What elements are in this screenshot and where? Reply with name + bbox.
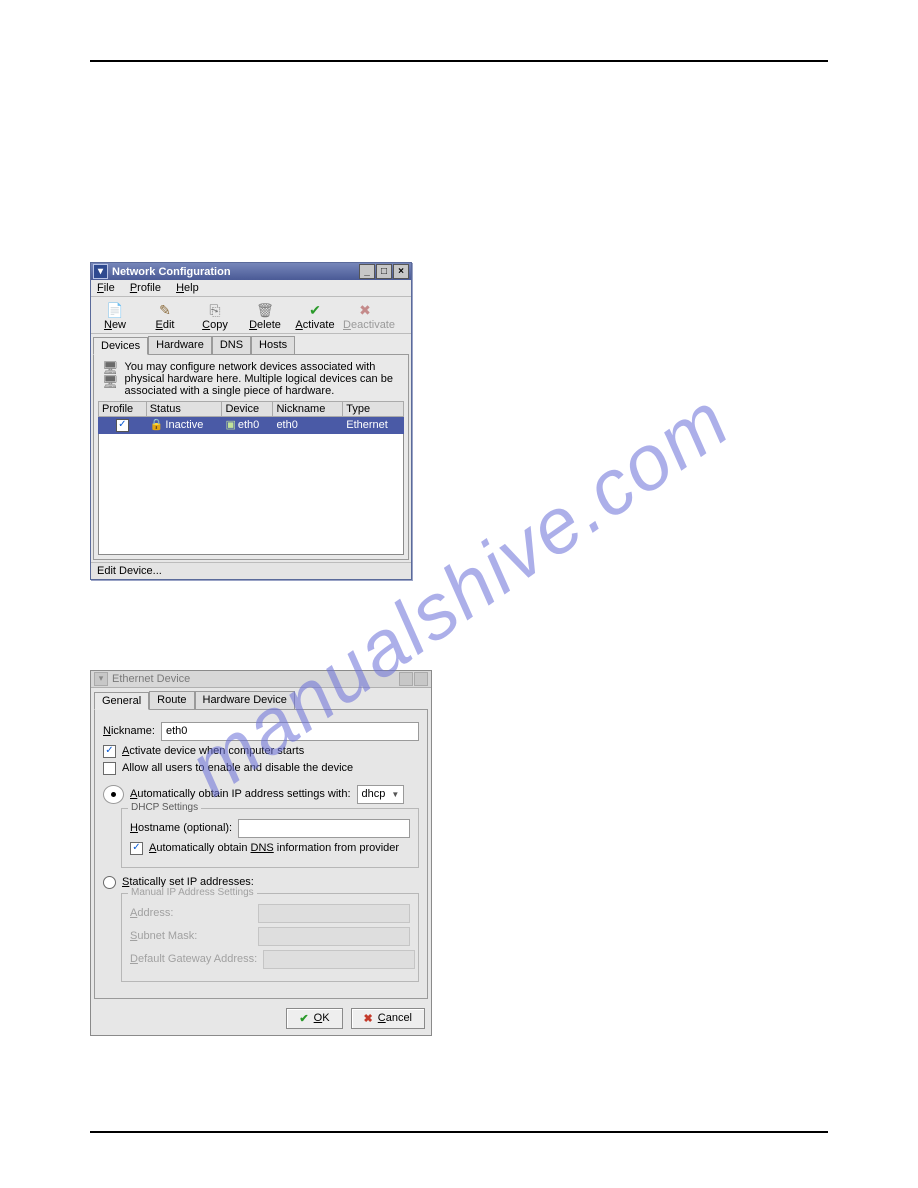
table-row[interactable]: ✓ 🔒Inactive ▣eth0 eth0 Ethernet	[99, 417, 404, 434]
window-titlebar[interactable]: ▾ Network Configuration _ □ ×	[91, 263, 411, 280]
tabs: Devices Hardware DNS Hosts	[91, 334, 411, 354]
tab-hosts[interactable]: Hosts	[251, 336, 295, 354]
network-config-window: ▾ Network Configuration _ □ × File Profi…	[90, 262, 412, 580]
toolbar-copy[interactable]: ⎘ Copy	[193, 301, 237, 331]
toolbar-edit[interactable]: ✎ Edit	[143, 301, 187, 331]
protocol-value: dhcp	[362, 788, 386, 800]
col-profile[interactable]: Profile	[99, 402, 147, 417]
device-table: Profile Status Device Nickname Type ✓ 🔒I…	[98, 401, 404, 434]
edit-icon: ✎	[143, 301, 187, 319]
allow-users-checkbox[interactable]	[103, 762, 116, 775]
tab-hardware[interactable]: Hardware	[148, 336, 212, 354]
ethernet-device-window: ▾ Ethernet Device General Route Hardware…	[90, 670, 432, 1036]
cell-status: Inactive	[165, 419, 203, 431]
cell-nickname: eth0	[273, 417, 343, 434]
window-button[interactable]	[414, 672, 428, 686]
subnet-input	[258, 927, 410, 946]
copy-icon: ⎘	[193, 301, 237, 319]
system-menu-icon[interactable]: ▾	[94, 672, 108, 686]
toolbar-activate[interactable]: ✔ Activate	[293, 301, 337, 331]
col-nickname[interactable]: Nickname	[273, 402, 343, 417]
cancel-icon: ✖	[364, 1012, 373, 1025]
cell-type: Ethernet	[343, 417, 404, 434]
protocol-select[interactable]: dhcp ▼	[357, 785, 405, 804]
tab-route[interactable]: Route	[149, 691, 194, 709]
dhcp-groupbox: DHCP Settings Hostname (optional): ✓ Aut…	[121, 808, 419, 868]
toolbar-delete[interactable]: 🗑 Delete	[243, 301, 287, 331]
manual-legend: Manual IP Address Settings	[128, 887, 257, 898]
table-empty-area	[98, 434, 404, 555]
window-title: Network Configuration	[112, 266, 358, 278]
autodns-label: Automatically obtain DNS information fro…	[149, 842, 399, 854]
address-label: Address:	[130, 907, 252, 919]
gateway-label: Default Gateway Address:	[130, 953, 257, 965]
gateway-input	[263, 950, 415, 969]
toolbar-deactivate: ✖ Deactivate	[343, 301, 387, 331]
col-type[interactable]: Type	[343, 402, 404, 417]
activate-icon: ✔	[293, 301, 337, 319]
new-icon: 📄	[93, 301, 137, 319]
tabs: General Route Hardware Device	[91, 688, 431, 709]
manual-ip-groupbox: Manual IP Address Settings Address: Subn…	[121, 893, 419, 982]
menu-file[interactable]: File	[97, 282, 115, 294]
col-status[interactable]: Status	[146, 402, 222, 417]
chevron-down-icon: ▼	[391, 790, 399, 799]
toolbar-new[interactable]: 📄 New	[93, 301, 137, 331]
menu-help[interactable]: Help	[176, 282, 199, 294]
activate-checkbox[interactable]: ✓	[103, 745, 116, 758]
address-input	[258, 904, 410, 923]
toolbar: 📄 New ✎ Edit ⎘ Copy 🗑 Delete ✔ Activate …	[91, 297, 411, 334]
static-ip-radio[interactable]	[103, 876, 116, 889]
maximize-button[interactable]: □	[376, 264, 392, 279]
auto-ip-label: Automatically obtain IP address settings…	[130, 788, 351, 800]
menu-profile[interactable]: Profile	[130, 282, 161, 294]
delete-icon: 🗑	[243, 301, 287, 319]
cancel-button[interactable]: ✖ Cancel	[351, 1008, 425, 1029]
window-title: Ethernet Device	[112, 673, 398, 685]
table-header-row: Profile Status Device Nickname Type	[99, 402, 404, 417]
tab-panel-devices: 🖥🖥 You may configure network devices ass…	[93, 354, 409, 560]
hint-icon: 🖥🖥	[102, 361, 119, 397]
tab-devices[interactable]: Devices	[93, 337, 148, 355]
window-button[interactable]	[399, 672, 413, 686]
cell-device: eth0	[238, 419, 259, 431]
window-titlebar[interactable]: ▾ Ethernet Device	[91, 671, 431, 688]
tab-general[interactable]: General	[94, 692, 149, 710]
button-bar: ✔ OK ✖ Cancel	[91, 1002, 431, 1035]
col-device[interactable]: Device	[222, 402, 273, 417]
hostname-label: Hostname (optional):	[130, 822, 232, 834]
activate-label: Activate device when computer starts	[122, 745, 304, 757]
status-bar: Edit Device...	[91, 562, 411, 579]
ok-icon: ✔	[299, 1012, 308, 1025]
nic-icon: ▣	[225, 419, 235, 431]
tab-dns[interactable]: DNS	[212, 336, 251, 354]
menubar: File Profile Help	[91, 280, 411, 297]
hint-text: You may configure network devices associ…	[125, 361, 400, 397]
subnet-label: Subnet Mask:	[130, 930, 252, 942]
close-button[interactable]: ×	[393, 264, 409, 279]
system-menu-icon[interactable]: ▾	[93, 264, 108, 279]
allow-users-label: Allow all users to enable and disable th…	[122, 762, 353, 774]
tab-panel-general: Nickname: ✓ Activate device when compute…	[94, 709, 428, 999]
auto-ip-radio[interactable]	[103, 785, 124, 804]
hostname-input[interactable]	[238, 819, 410, 838]
lock-icon: 🔒	[150, 419, 164, 431]
nickname-label: Nickname:	[103, 725, 155, 737]
minimize-button[interactable]: _	[359, 264, 375, 279]
tab-hardware-device[interactable]: Hardware Device	[195, 691, 295, 709]
dhcp-legend: DHCP Settings	[128, 802, 201, 813]
nickname-input[interactable]	[161, 722, 419, 741]
profile-checkbox[interactable]: ✓	[116, 419, 129, 432]
autodns-checkbox[interactable]: ✓	[130, 842, 143, 855]
deactivate-icon: ✖	[343, 301, 387, 319]
ok-button[interactable]: ✔ OK	[286, 1008, 342, 1029]
